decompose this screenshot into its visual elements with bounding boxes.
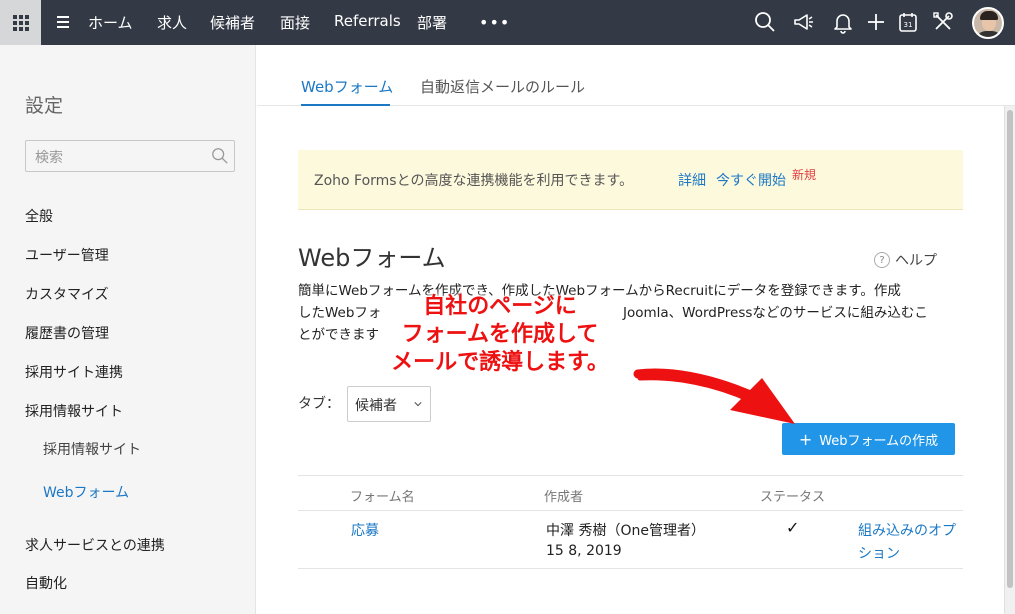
bell-icon[interactable] [831,10,855,34]
grid-icon [12,14,29,31]
user-avatar[interactable] [972,7,1004,39]
calendar-icon[interactable]: 31 [896,10,920,34]
sidebar-subitem-career-site[interactable]: 採用情報サイト [43,439,141,459]
new-badge: 新規 [792,168,817,182]
nav-departments[interactable]: 部署 [417,12,447,33]
megaphone-icon[interactable] [792,10,816,34]
sidebar-search-input[interactable]: 検索 [25,140,235,172]
form-name-link[interactable]: 応募 [351,520,379,540]
sidebar-item-careersite-integration[interactable]: 採用サイト連携 [25,362,123,382]
help-link[interactable]: ? ヘルプ [874,250,937,270]
nav-jobs[interactable]: 求人 [157,12,187,33]
nav-home[interactable]: ホーム [88,12,133,33]
plus-icon: + [798,429,813,449]
banner-start-link[interactable]: 今すぐ開始 [716,170,786,190]
search-icon [212,148,228,164]
nav-referrals[interactable]: Referrals [334,12,401,30]
settings-title: 設定 [25,95,64,117]
description-line-2: したWebフォ [298,305,382,321]
banner-text: Zoho Formsとの高度な連携機能を利用できます。 [314,173,634,189]
webforms-table: フォーム名 作成者 ステータス 応募 中澤 秀樹（One管理者） 15 8, 2… [298,475,963,570]
table-header-row: フォーム名 作成者 ステータス [298,475,963,511]
column-header-status: ステータス [760,490,826,505]
settings-sidebar: 設定 検索 全般 ユーザー管理 カスタマイズ 履歴書の管理 採用サイト連携 採用… [0,45,256,614]
vertical-scrollbar[interactable] [1004,106,1015,614]
creator-name: 中澤 秀樹（One管理者） [546,523,705,539]
question-icon: ? [874,252,890,268]
settings-tabs: Webフォーム 自動返信メールのルール [257,45,1015,106]
description-line-3: とができます [298,327,379,343]
create-webform-label: Webフォームの作成 [819,433,939,449]
sidebar-item-user-management[interactable]: ユーザー管理 [25,245,109,265]
active-tab-indicator [301,104,390,106]
chevron-down-icon [414,402,422,407]
tab-select-dropdown[interactable]: 候補者 [347,386,431,422]
annotation-callout: 自社のページに フォームを作成して メールで誘導します。 [380,293,620,377]
nav-interviews[interactable]: 面接 [280,12,310,33]
svg-text:31: 31 [904,21,913,29]
more-menu-icon[interactable]: ••• [479,13,510,32]
tab-select-value: 候補者 [355,398,397,414]
plus-icon[interactable] [864,10,888,34]
sidebar-subitem-webforms[interactable]: Webフォーム [43,482,129,502]
embed-options-link[interactable]: 組み込みのオプ [858,520,956,540]
annotation-arrow-icon [633,368,795,424]
column-header-form-name: フォーム名 [350,490,415,505]
description-line-2-tail: Joomla、WordPressなどのサービスに組み込むこ [623,305,928,321]
tab-webforms[interactable]: Webフォーム [301,76,393,97]
hamburger-menu-icon[interactable] [57,16,69,31]
page-title: Webフォーム [298,244,446,272]
create-webform-button[interactable]: + Webフォームの作成 [782,423,955,455]
sidebar-item-automation[interactable]: 自動化 [25,573,67,593]
sidebar-item-job-board-integration[interactable]: 求人サービスとの連携 [25,535,165,555]
annotation-line-1: 自社のページに [423,294,577,319]
tab-select-label: タブ： [298,396,340,412]
zoho-forms-banner: Zoho Formsとの高度な連携機能を利用できます。 詳細 今すぐ開始 新規 [298,150,963,210]
search-placeholder: 検索 [35,150,63,166]
sidebar-item-customize[interactable]: カスタマイズ [25,284,109,304]
annotation-line-3: メールで誘導します。 [391,350,609,375]
tools-icon[interactable] [931,10,955,34]
column-header-creator: 作成者 [544,490,584,505]
tab-autoresponder-rules[interactable]: 自動返信メールのルール [420,76,585,97]
sidebar-item-career-site[interactable]: 採用情報サイト [25,401,123,421]
app-grid-button[interactable] [0,0,41,45]
annotation-line-2: フォームを作成して [401,322,599,347]
sidebar-item-general[interactable]: 全般 [25,206,53,226]
search-icon[interactable] [753,10,777,34]
help-label: ヘルプ [895,253,937,269]
scrollbar-thumb[interactable] [1007,110,1013,588]
banner-details-link[interactable]: 詳細 [678,170,706,190]
sidebar-item-resume-management[interactable]: 履歴書の管理 [25,323,109,343]
created-date: 15 8, 2019 [546,543,622,559]
embed-options-link-cont[interactable]: ション [858,543,900,563]
status-check-icon: ✓ [786,518,800,537]
nav-candidates[interactable]: 候補者 [210,12,255,33]
top-navigation-bar: ホーム 求人 候補者 面接 Referrals 部署 ••• 31 [0,0,1015,45]
table-row: 応募 中澤 秀樹（One管理者） 15 8, 2019 ✓ 組み込みのオプ ショ… [298,511,963,569]
